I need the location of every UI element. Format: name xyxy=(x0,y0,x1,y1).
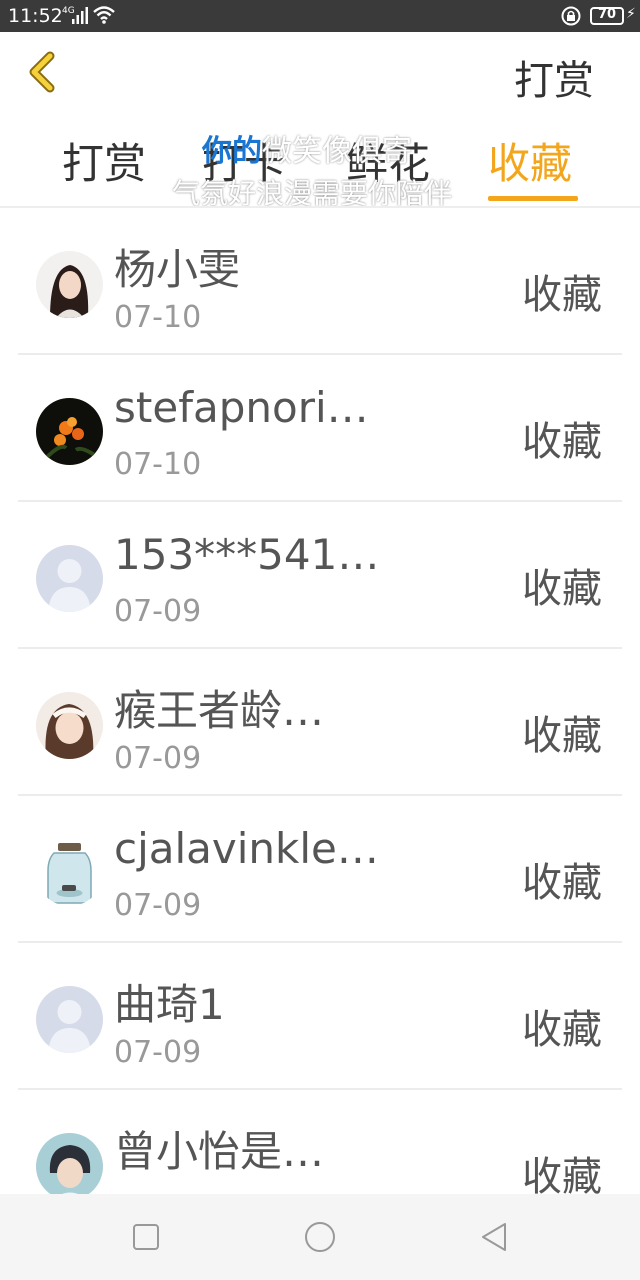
girl-avatar-icon xyxy=(36,251,103,318)
favorite-date: 07-09 xyxy=(114,741,202,776)
favorite-label: 收藏 xyxy=(522,419,602,465)
avatar[interactable] xyxy=(36,545,103,612)
back-icon[interactable] xyxy=(477,1220,511,1254)
boy-avatar-icon xyxy=(36,1133,103,1196)
list-item[interactable]: cjalavinkle… 07-09 收藏 xyxy=(0,796,640,943)
favorite-date: 07-09 xyxy=(114,888,202,923)
system-nav-bar xyxy=(0,1194,640,1280)
favorite-label: 收藏 xyxy=(522,1154,602,1196)
default-person-icon xyxy=(36,545,103,612)
avatar[interactable] xyxy=(36,986,103,1053)
tab-checkin[interactable]: 打卡 xyxy=(202,130,286,191)
favorite-date: 07-10 xyxy=(114,300,202,335)
avatar[interactable] xyxy=(36,692,103,759)
default-person-icon xyxy=(36,986,103,1053)
child-avatar-icon xyxy=(36,692,103,759)
user-name: 曾小怡是… xyxy=(114,1127,325,1176)
avatar[interactable] xyxy=(36,1133,103,1196)
tab-flowers[interactable]: 鲜花 xyxy=(346,130,430,191)
avatar[interactable] xyxy=(36,398,103,465)
battery-icon: 70 xyxy=(590,7,624,25)
tab-reward[interactable]: 打赏 xyxy=(62,130,146,191)
favorite-label: 收藏 xyxy=(522,713,602,759)
user-name: stefapnori… xyxy=(114,383,369,432)
list-item[interactable]: 曾小怡是… 收藏 xyxy=(0,1090,640,1196)
charging-icon: ⚡ xyxy=(626,6,636,22)
home-icon[interactable] xyxy=(303,1220,337,1254)
user-name: cjalavinkle… xyxy=(114,824,379,873)
user-name: 153***541… xyxy=(114,530,380,579)
favorite-date: 07-09 xyxy=(114,1035,202,1070)
favorite-date: 07-10 xyxy=(114,447,202,482)
user-name: 杨小雯 xyxy=(114,245,241,294)
signal-icon xyxy=(72,7,88,24)
favorite-label: 收藏 xyxy=(522,860,602,906)
list-item[interactable]: 杨小雯 07-10 收藏 xyxy=(0,208,640,355)
avatar[interactable] xyxy=(36,251,103,318)
favorite-date: 07-09 xyxy=(114,594,202,629)
battery-level: 70 xyxy=(597,7,617,22)
tab-active-indicator xyxy=(488,196,578,201)
back-arrow-icon[interactable] xyxy=(24,50,60,94)
list-item[interactable]: 153***541… 07-09 收藏 xyxy=(0,502,640,649)
avatar[interactable] xyxy=(36,839,103,906)
tab-bar: 打赏 打卡 鲜花 收藏 xyxy=(0,120,640,206)
flower-avatar-icon xyxy=(36,398,103,465)
favorite-label: 收藏 xyxy=(522,1007,602,1053)
wifi-icon xyxy=(93,6,115,24)
favorite-label: 收藏 xyxy=(522,272,602,318)
status-time: 11:52 xyxy=(8,5,63,27)
user-name: 瘊王者龄… xyxy=(114,686,325,735)
recent-apps-icon[interactable] xyxy=(129,1220,163,1254)
favorites-list: 杨小雯 07-10 收藏 stefapnori… 07-10 收藏 153***… xyxy=(0,206,640,1196)
jar-avatar-icon xyxy=(36,839,103,906)
tab-favorites[interactable]: 收藏 xyxy=(488,130,572,191)
status-bar: 11:52 4G 70 ⚡ xyxy=(0,0,640,32)
reward-button[interactable]: 打赏 xyxy=(514,48,594,106)
list-item[interactable]: stefapnori… 07-10 收藏 xyxy=(0,355,640,502)
list-item[interactable]: 曲琦1 07-09 收藏 xyxy=(0,943,640,1090)
list-item[interactable]: 瘊王者龄… 07-09 收藏 xyxy=(0,649,640,796)
header: 打赏 xyxy=(0,32,640,112)
rotation-lock-icon xyxy=(561,6,581,26)
favorite-label: 收藏 xyxy=(522,566,602,612)
user-name: 曲琦1 xyxy=(114,980,225,1029)
